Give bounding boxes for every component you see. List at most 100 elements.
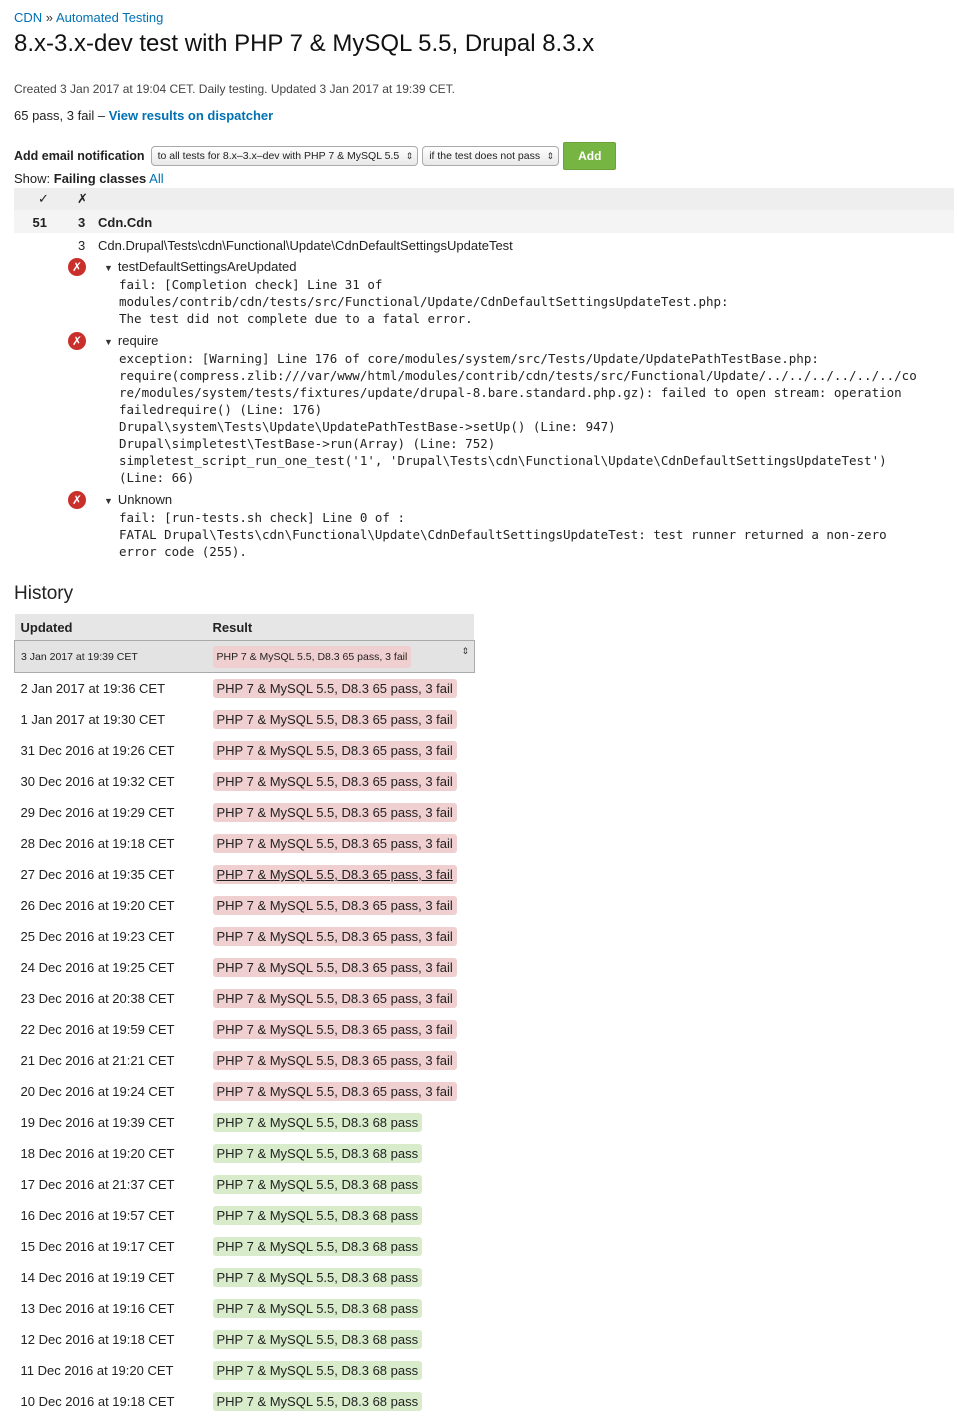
triangle-down-icon: ▼ xyxy=(104,263,113,273)
history-result-cell: PHP 7 & MySQL 5.5, D8.3 68 pass xyxy=(207,1138,474,1169)
history-result-cell: PHP 7 & MySQL 5.5, D8.3 65 pass, 3 fail xyxy=(207,673,474,705)
page-title: 8.x-3.x-dev test with PHP 7 & MySQL 5.5,… xyxy=(14,30,594,58)
history-result-link[interactable]: PHP 7 & MySQL 5.5, D8.3 65 pass, 3 fail xyxy=(213,834,457,853)
history-result-cell: PHP 7 & MySQL 5.5, D8.3 68 pass xyxy=(207,1355,474,1386)
triangle-down-icon: ▼ xyxy=(104,496,113,506)
history-result-link[interactable]: PHP 7 & MySQL 5.5, D8.3 68 pass xyxy=(213,1237,423,1256)
history-row: 13 Dec 2016 at 19:16 CETPHP 7 & MySQL 5.… xyxy=(15,1293,475,1324)
history-row: 2 Jan 2017 at 19:36 CET PHP 7 & MySQL 5.5… xyxy=(15,673,475,705)
history-row: 17 Dec 2016 at 21:37 CET PHP 7 & MySQL 5.… xyxy=(15,1169,475,1200)
group-pass-count: 51 xyxy=(33,215,47,230)
history-result-link[interactable]: PHP 7 & MySQL 5.5, D8.3 68 pass xyxy=(213,1268,423,1287)
history-result-link[interactable]: PHP 7 & MySQL 5.5, D8.3 68 pass xyxy=(213,1206,423,1225)
test-case-name: testDefaultSettingsAreUpdated xyxy=(118,259,297,274)
test-case-toggle[interactable]: ▼require xyxy=(104,333,158,348)
class-name: Cdn.Drupal\Tests\cdn\Functional\Update\C… xyxy=(98,238,513,253)
history-result-link[interactable]: PHP 7 & MySQL 5.5, D8.3 65 pass, 3 fail xyxy=(213,646,412,668)
history-result-cell: PHP 7 & MySQL 5.5, D8.3 65 pass, 3 fail xyxy=(207,859,474,890)
history-result-link[interactable]: PHP 7 & MySQL 5.5, D8.3 65 pass, 3 fail xyxy=(213,1020,457,1039)
history-date: 12 Dec 2016 at 19:18 CET xyxy=(15,1324,207,1355)
filter-show: Show: Failing classes All xyxy=(14,171,164,186)
history-result-link[interactable]: PHP 7 & MySQL 5.5, D8.3 65 pass, 3 fail xyxy=(213,710,457,729)
history-date: 11 Dec 2016 at 19:20 CET xyxy=(15,1355,207,1386)
history-result-link[interactable]: PHP 7 & MySQL 5.5, D8.3 68 pass xyxy=(213,1330,423,1349)
history-row: 11 Dec 2016 at 19:20 CET PHP 7 & MySQL 5.… xyxy=(15,1355,475,1386)
group-fail-count: 3 xyxy=(78,215,85,230)
error-x-icon: ✗ xyxy=(68,491,86,509)
test-case-message: fail: [Completion check] Line 31 of modu… xyxy=(119,276,729,327)
history-row: 31 Dec 2016 at 19:26 CETPHP 7 & MySQL 5.… xyxy=(15,735,475,766)
history-result-cell: PHP 7 & MySQL 5.5, D8.3 65 pass, 3 fail xyxy=(207,1076,474,1107)
results-header: ✓ ✗ xyxy=(14,188,954,210)
history-result-link[interactable]: PHP 7 & MySQL 5.5, D8.3 65 pass, 3 fail xyxy=(213,865,457,884)
history-result-link[interactable]: PHP 7 & MySQL 5.5, D8.3 65 pass, 3 fail xyxy=(213,1051,457,1070)
history-date: 20 Dec 2016 at 19:24 CET xyxy=(15,1076,207,1107)
triangle-down-icon: ▼ xyxy=(104,337,113,347)
breadcrumb-link-cdn[interactable]: CDN xyxy=(14,10,42,25)
history-date: 28 Dec 2016 at 19:18 CET xyxy=(15,828,207,859)
history-result-cell: PHP 7 & MySQL 5.5, D8.3 68 pass xyxy=(207,1200,474,1231)
class-fail-count: 3 xyxy=(78,238,85,253)
history-date: 2 Jan 2017 at 19:36 CET xyxy=(15,673,207,705)
history-result-link[interactable]: PHP 7 & MySQL 5.5, D8.3 68 pass xyxy=(213,1175,423,1194)
history-date: 27 Dec 2016 at 19:35 CET xyxy=(15,859,207,890)
history-result-link[interactable]: PHP 7 & MySQL 5.5, D8.3 68 pass xyxy=(213,1144,423,1163)
history-row: 24 Dec 2016 at 19:25 CETPHP 7 & MySQL 5.… xyxy=(15,952,475,983)
history-row: 12 Dec 2016 at 19:18 CET PHP 7 & MySQL 5.… xyxy=(15,1324,475,1355)
history-date: 18 Dec 2016 at 19:20 CET xyxy=(15,1138,207,1169)
history-result-cell: PHP 7 & MySQL 5.5, D8.3 65 pass, 3 fail xyxy=(207,1045,474,1076)
history-result-link[interactable]: PHP 7 & MySQL 5.5, D8.3 68 pass xyxy=(213,1299,423,1318)
history-heading: History xyxy=(14,583,73,605)
history-result-link[interactable]: PHP 7 & MySQL 5.5, D8.3 68 pass xyxy=(213,1361,423,1380)
history-col-result: Result xyxy=(207,614,474,641)
history-row: 22 Dec 2016 at 19:59 CETPHP 7 & MySQL 5.… xyxy=(15,1014,475,1045)
history-row: 27 Dec 2016 at 19:35 CET PHP 7 & MySQL 5.… xyxy=(15,859,475,890)
history-date: 30 Dec 2016 at 19:32 CET xyxy=(15,766,207,797)
history-result-link[interactable]: PHP 7 & MySQL 5.5, D8.3 65 pass, 3 fail xyxy=(213,896,457,915)
history-result-link[interactable]: PHP 7 & MySQL 5.5, D8.3 65 pass, 3 fail xyxy=(213,958,457,977)
show-label: Show: xyxy=(14,171,50,186)
history-row: 28 Dec 2016 at 19:18 CET PHP 7 & MySQL 5.… xyxy=(15,828,475,859)
results-group-row[interactable]: 51 3 Cdn.Cdn xyxy=(14,210,954,233)
history-result-link[interactable]: PHP 7 & MySQL 5.5, D8.3 65 pass, 3 fail xyxy=(213,927,457,946)
history-result-link[interactable]: PHP 7 & MySQL 5.5, D8.3 65 pass, 3 fail xyxy=(213,772,457,791)
history-row: 26 Dec 2016 at 19:20 CETPHP 7 & MySQL 5.… xyxy=(15,890,475,921)
history-result-cell: PHP 7 & MySQL 5.5, D8.3 65 pass, 3 fail xyxy=(207,735,474,766)
history-result-link[interactable]: PHP 7 & MySQL 5.5, D8.3 68 pass xyxy=(213,1113,423,1132)
history-result-link[interactable]: PHP 7 & MySQL 5.5, D8.3 65 pass, 3 fail xyxy=(213,803,457,822)
test-case-toggle[interactable]: ▼Unknown xyxy=(104,492,172,507)
history-result-link[interactable]: PHP 7 & MySQL 5.5, D8.3 65 pass, 3 fail xyxy=(213,1082,457,1101)
history-result-cell: PHP 7 & MySQL 5.5, D8.3 65 pass, 3 fail xyxy=(207,983,474,1014)
test-case-toggle[interactable]: ▼ testDefaultSettingsAreUpdated xyxy=(104,259,296,274)
history-row: 10 Dec 2016 at 19:18 CET PHP 7 & MySQL 5.… xyxy=(15,1386,475,1417)
history-result-link[interactable]: PHP 7 & MySQL 5.5, D8.3 65 pass, 3 fail xyxy=(213,989,457,1008)
results-class-row[interactable]: 3 Cdn.Drupal\Tests\cdn\Functional\Update… xyxy=(14,233,954,256)
history-result-cell: PHP 7 & MySQL 5.5, D8.3 65 pass, 3 fail xyxy=(207,890,474,921)
notification-scope-select[interactable]: to all tests for 8.x–3.x–dev with PHP 7 … xyxy=(151,146,419,166)
result-counts: 65 pass, 3 fail – xyxy=(14,108,105,123)
history-date: 25 Dec 2016 at 19:23 CET xyxy=(15,921,207,952)
notification-condition-select[interactable]: if the test does not pass xyxy=(422,146,559,166)
history-header-row: Updated Result xyxy=(15,614,475,641)
history-row: 18 Dec 2016 at 19:20 CET PHP 7 & MySQL 5.… xyxy=(15,1138,475,1169)
show-all-link[interactable]: All xyxy=(149,171,163,186)
history-result-link[interactable]: PHP 7 & MySQL 5.5, D8.3 68 pass xyxy=(213,1392,423,1411)
history-result-cell: PHP 7 & MySQL 5.5, D8.3 68 pass xyxy=(207,1293,474,1324)
history-date: 15 Dec 2016 at 19:17 CET xyxy=(15,1231,207,1262)
breadcrumb-separator: » xyxy=(46,10,53,25)
history-result-cell: PHP 7 & MySQL 5.5, D8.3 65 pass, 3 fail xyxy=(207,766,474,797)
notification-label: Add email notification xyxy=(14,149,145,163)
history-date: 17 Dec 2016 at 21:37 CET xyxy=(15,1169,207,1200)
dispatcher-link[interactable]: View results on dispatcher xyxy=(109,108,273,123)
results-tree: ✓ ✗ 51 3 Cdn.Cdn 3 Cdn.Drupal\Tests\cdn\… xyxy=(14,188,954,256)
history-date: 10 Dec 2016 at 19:18 CET xyxy=(15,1386,207,1417)
breadcrumb-link-automated-testing[interactable]: Automated Testing xyxy=(56,10,163,25)
history-date: 23 Dec 2016 at 20:38 CET xyxy=(15,983,207,1014)
history-result-cell: PHP 7 & MySQL 5.5, D8.3 68 pass xyxy=(207,1107,474,1138)
history-date: 19 Dec 2016 at 19:39 CET xyxy=(15,1107,207,1138)
history-result-link[interactable]: PHP 7 & MySQL 5.5, D8.3 65 pass, 3 fail xyxy=(213,679,457,698)
history-result-link[interactable]: PHP 7 & MySQL 5.5, D8.3 65 pass, 3 fail xyxy=(213,741,457,760)
history-result-cell: PHP 7 & MySQL 5.5, D8.3 65 pass, 3 fail xyxy=(207,704,474,735)
add-notification-button[interactable]: Add xyxy=(563,142,616,170)
history-row: 29 Dec 2016 at 19:29 CETPHP 7 & MySQL 5.… xyxy=(15,797,475,828)
